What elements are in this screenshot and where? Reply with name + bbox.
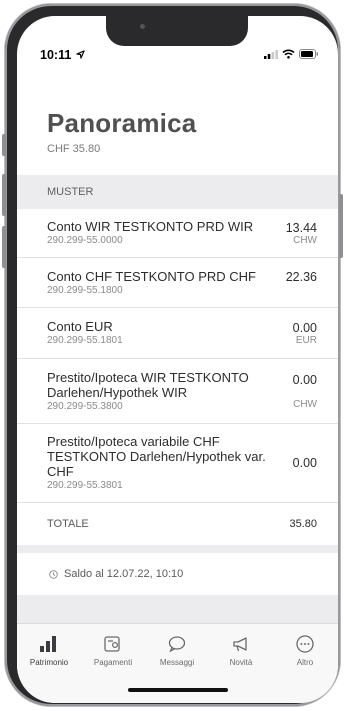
account-amount: 0.00 bbox=[292, 320, 317, 335]
account-currency: EUR bbox=[295, 334, 317, 346]
payment-icon bbox=[104, 636, 120, 652]
page-header: Panoramica CHF 35.80 bbox=[17, 64, 338, 175]
tab-altro[interactable]: Altro bbox=[273, 634, 337, 667]
megaphone-icon bbox=[233, 637, 247, 652]
total-row: TOTALE 35.80 bbox=[17, 503, 338, 545]
bar-chart-icon bbox=[40, 636, 56, 652]
side-button bbox=[339, 194, 343, 258]
status-time-text: 10:11 bbox=[40, 48, 72, 62]
account-iban: 290.299-55.3800 bbox=[47, 400, 123, 412]
more-icon bbox=[296, 635, 314, 653]
total-value: 35.80 bbox=[289, 518, 317, 530]
total-label: TOTALE bbox=[47, 518, 89, 530]
phone-frame: 10:11 Panoramica CHF 35.80 MUSTER Conto … bbox=[2, 4, 343, 706]
section-label: MUSTER bbox=[47, 186, 94, 198]
side-button bbox=[2, 134, 6, 156]
account-amount: 13.44 bbox=[285, 220, 317, 235]
tab-novita[interactable]: Novità bbox=[209, 634, 273, 667]
account-iban: 290.299-55.3801 bbox=[47, 480, 123, 491]
account-row[interactable]: Conto CHF TESTKONTO PRD CHF 290.299-55.18… bbox=[17, 258, 338, 308]
section-header: MUSTER bbox=[17, 175, 338, 209]
account-row[interactable]: Prestito/Ipoteca variabile CHF TESTKONTO… bbox=[17, 424, 338, 503]
account-row[interactable]: Conto EUR 290.299-55.1801 0.00 EUR bbox=[17, 308, 338, 359]
page-subtitle: CHF 35.80 bbox=[47, 143, 101, 155]
chat-bubble-icon bbox=[168, 636, 186, 652]
tab-patrimonio[interactable]: Patrimonio bbox=[17, 634, 81, 667]
battery-icon bbox=[299, 49, 318, 59]
clock-icon bbox=[49, 569, 58, 579]
side-button bbox=[2, 226, 6, 268]
account-name: Prestito/Ipoteca variabile CHF TESTKONTO… bbox=[47, 434, 266, 479]
tab-messaggi[interactable]: Messaggi bbox=[145, 634, 209, 667]
account-row[interactable]: Conto WIR TESTKONTO PRD WIR 290.299-55.00… bbox=[17, 209, 338, 258]
side-button bbox=[2, 174, 6, 216]
tab-label: Patrimonio bbox=[29, 658, 69, 667]
account-amount: 0.00 bbox=[292, 456, 317, 470]
tab-label: Novità bbox=[229, 658, 253, 667]
wifi-icon bbox=[282, 49, 295, 59]
location-arrow-icon bbox=[76, 50, 85, 59]
account-currency: CHW bbox=[293, 234, 317, 246]
account-iban: 290.299-55.1800 bbox=[47, 284, 123, 296]
account-name: Conto CHF TESTKONTO PRD CHF bbox=[47, 268, 256, 284]
account-name: Conto EUR bbox=[47, 319, 113, 334]
tab-label: Messaggi bbox=[159, 658, 195, 667]
tab-pagamenti[interactable]: Pagamenti bbox=[81, 634, 145, 667]
account-name: Prestito/Ipoteca WIR TESTKONTO Darlehen/… bbox=[47, 369, 249, 400]
notch bbox=[106, 16, 248, 46]
status-time: 10:11 bbox=[40, 48, 85, 62]
main-content: Panoramica CHF 35.80 MUSTER Conto WIR TE… bbox=[17, 64, 338, 668]
balance-timestamp: Saldo al 12.07.22, 10:10 bbox=[17, 553, 338, 595]
account-row[interactable]: Prestito/Ipoteca WIR TESTKONTO Darlehen/… bbox=[17, 359, 338, 424]
home-indicator[interactable] bbox=[128, 688, 228, 692]
account-iban: 290.299-55.0000 bbox=[47, 235, 123, 246]
account-iban: 290.299-55.1801 bbox=[47, 335, 123, 346]
balance-timestamp-text: Saldo al 12.07.22, 10:10 bbox=[64, 568, 184, 580]
account-currency: CHW bbox=[293, 398, 317, 410]
tab-label: Pagamenti bbox=[93, 658, 133, 667]
cellular-signal-icon bbox=[264, 49, 278, 59]
screen: 10:11 Panoramica CHF 35.80 MUSTER Conto … bbox=[17, 16, 338, 703]
camera bbox=[140, 24, 145, 29]
account-amount: 22.36 bbox=[285, 270, 317, 284]
account-amount: 0.00 bbox=[292, 372, 317, 387]
page-title: Panoramica bbox=[47, 108, 197, 138]
tab-label: Altro bbox=[296, 658, 314, 667]
status-icons bbox=[264, 49, 319, 59]
separator bbox=[17, 545, 338, 553]
account-name: Conto WIR TESTKONTO PRD WIR bbox=[47, 219, 254, 234]
